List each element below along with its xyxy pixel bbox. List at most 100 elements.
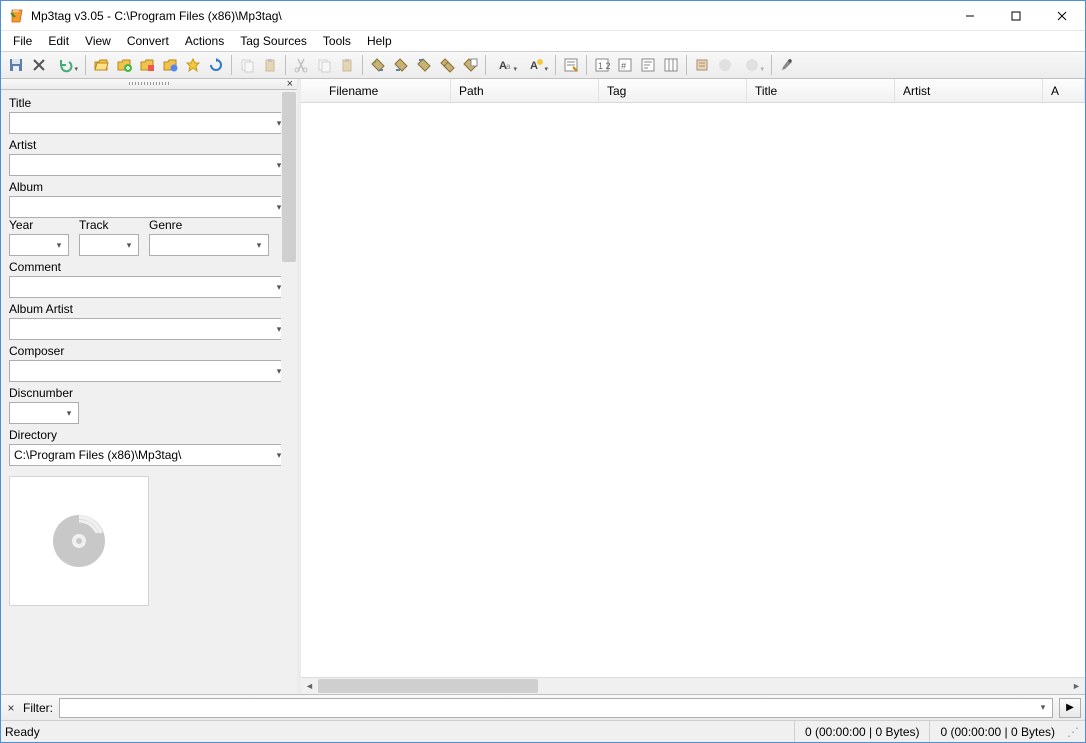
input-track[interactable]: ▾ xyxy=(79,234,139,256)
label-composer: Composer xyxy=(9,344,289,358)
input-comment[interactable]: ▾ xyxy=(9,276,289,298)
panel-scrollbar[interactable] xyxy=(281,90,297,694)
column-header-row: Filename Path Tag Title Artist A xyxy=(301,79,1085,103)
input-discnumber[interactable]: ▾ xyxy=(9,402,79,424)
filter-apply-button[interactable]: ▶ xyxy=(1059,698,1081,718)
refresh-icon[interactable] xyxy=(205,54,227,76)
open-folder-icon[interactable] xyxy=(90,54,112,76)
tag-tag-icon[interactable] xyxy=(436,54,458,76)
input-composer[interactable]: ▾ xyxy=(9,360,289,382)
horizontal-scrollbar[interactable]: ◄ ► xyxy=(301,677,1085,694)
options-icon[interactable] xyxy=(776,54,798,76)
label-comment: Comment xyxy=(9,260,289,274)
label-discnumber: Discnumber xyxy=(9,386,289,400)
input-album-artist[interactable]: ▾ xyxy=(9,318,289,340)
playlist-folder-icon[interactable] xyxy=(136,54,158,76)
cover-art-box[interactable] xyxy=(9,476,149,606)
save-icon[interactable] xyxy=(5,54,27,76)
minimize-button[interactable] xyxy=(947,1,993,31)
file-list-body[interactable] xyxy=(301,103,1085,677)
input-genre[interactable]: ▾ xyxy=(149,234,269,256)
filename-tag-icon[interactable] xyxy=(390,54,412,76)
panel-close-icon[interactable]: × xyxy=(287,78,293,90)
paste-tag-icon[interactable] xyxy=(259,54,281,76)
menu-tag-sources[interactable]: Tag Sources xyxy=(232,33,315,49)
file-list: Filename Path Tag Title Artist A ◄ ► xyxy=(301,79,1085,694)
text-file-tag-icon[interactable] xyxy=(459,54,481,76)
label-year: Year xyxy=(9,218,69,232)
label-artist: Artist xyxy=(9,138,289,152)
resize-grip-icon[interactable]: ⋰ xyxy=(1065,725,1081,739)
filter-bar: × Filter: ▾ ▶ xyxy=(1,694,1085,720)
app-icon xyxy=(9,8,25,24)
close-button[interactable] xyxy=(1039,1,1085,31)
copy-icon[interactable] xyxy=(313,54,335,76)
col-path[interactable]: Path xyxy=(451,79,599,102)
col-filename[interactable]: Filename xyxy=(301,79,451,102)
label-track: Track xyxy=(79,218,139,232)
status-ready: Ready xyxy=(5,725,794,739)
tag-panel: × Title ▾ Artist ▾ Album ▾ Year ▾ Track … xyxy=(1,79,301,694)
col-artist[interactable]: Artist xyxy=(895,79,1043,102)
input-artist[interactable]: ▾ xyxy=(9,154,289,176)
filter-close-icon[interactable]: × xyxy=(5,701,17,715)
svg-text:1 2: 1 2 xyxy=(598,61,610,71)
label-directory: Directory xyxy=(9,428,289,442)
disc-icon xyxy=(49,511,109,571)
menu-edit[interactable]: Edit xyxy=(40,33,77,49)
status-selection: 0 (00:00:00 | 0 Bytes) xyxy=(794,721,930,742)
col-tag[interactable]: Tag xyxy=(599,79,747,102)
label-album: Album xyxy=(9,180,289,194)
filename-filename-icon[interactable] xyxy=(413,54,435,76)
maximize-button[interactable] xyxy=(993,1,1039,31)
actions-icon[interactable]: Aa xyxy=(490,54,520,76)
copy-tag-icon[interactable] xyxy=(236,54,258,76)
titlebar: Mp3tag v3.05 - C:\Program Files (x86)\Mp… xyxy=(1,1,1085,31)
scroll-right-icon[interactable]: ► xyxy=(1068,678,1085,695)
label-title: Title xyxy=(9,96,289,110)
menu-help[interactable]: Help xyxy=(359,33,400,49)
sort-icon[interactable] xyxy=(637,54,659,76)
status-bar: Ready 0 (00:00:00 | 0 Bytes) 0 (00:00:00… xyxy=(1,720,1085,742)
input-album[interactable]: ▾ xyxy=(9,196,289,218)
add-folder-icon[interactable] xyxy=(113,54,135,76)
paste-icon[interactable] xyxy=(336,54,358,76)
columns-icon[interactable] xyxy=(660,54,682,76)
filter-label: Filter: xyxy=(23,701,53,715)
tag-filename-icon[interactable] xyxy=(367,54,389,76)
menu-actions[interactable]: Actions xyxy=(177,33,232,49)
web-source-icon[interactable] xyxy=(714,54,736,76)
col-overflow[interactable]: A xyxy=(1043,79,1085,102)
menubar: File Edit View Convert Actions Tag Sourc… xyxy=(1,31,1085,51)
main-area: × Title ▾ Artist ▾ Album ▾ Year ▾ Track … xyxy=(1,79,1085,694)
cut-icon[interactable] xyxy=(290,54,312,76)
toolbar: Aa A 1 2 # xyxy=(1,51,1085,79)
input-title[interactable]: ▾ xyxy=(9,112,289,134)
autonumber-icon[interactable]: 1 2 xyxy=(591,54,613,76)
explorer-folder-icon[interactable] xyxy=(159,54,181,76)
input-year[interactable]: ▾ xyxy=(9,234,69,256)
renumber-icon[interactable]: # xyxy=(614,54,636,76)
quick-actions-icon[interactable]: A xyxy=(521,54,551,76)
status-total: 0 (00:00:00 | 0 Bytes) xyxy=(929,721,1065,742)
filter-input[interactable]: ▾ xyxy=(59,698,1053,718)
web-sources-icon[interactable] xyxy=(737,54,767,76)
label-album-artist: Album Artist xyxy=(9,302,289,316)
playlist-icon[interactable] xyxy=(691,54,713,76)
menu-view[interactable]: View xyxy=(77,33,119,49)
remove-tag-icon[interactable] xyxy=(28,54,50,76)
menu-tools[interactable]: Tools xyxy=(315,33,359,49)
menu-file[interactable]: File xyxy=(5,33,40,49)
svg-text:a: a xyxy=(506,62,511,71)
undo-icon[interactable] xyxy=(51,54,81,76)
svg-text:#: # xyxy=(621,61,626,71)
menu-convert[interactable]: Convert xyxy=(119,33,177,49)
extended-tags-icon[interactable] xyxy=(560,54,582,76)
input-directory[interactable]: C:\Program Files (x86)\Mp3tag\▾ xyxy=(9,444,289,466)
favorite-icon[interactable] xyxy=(182,54,204,76)
panel-handle[interactable]: × xyxy=(1,79,297,90)
label-genre: Genre xyxy=(149,218,289,232)
window-title: Mp3tag v3.05 - C:\Program Files (x86)\Mp… xyxy=(31,9,282,23)
col-title[interactable]: Title xyxy=(747,79,895,102)
scroll-left-icon[interactable]: ◄ xyxy=(301,678,318,695)
